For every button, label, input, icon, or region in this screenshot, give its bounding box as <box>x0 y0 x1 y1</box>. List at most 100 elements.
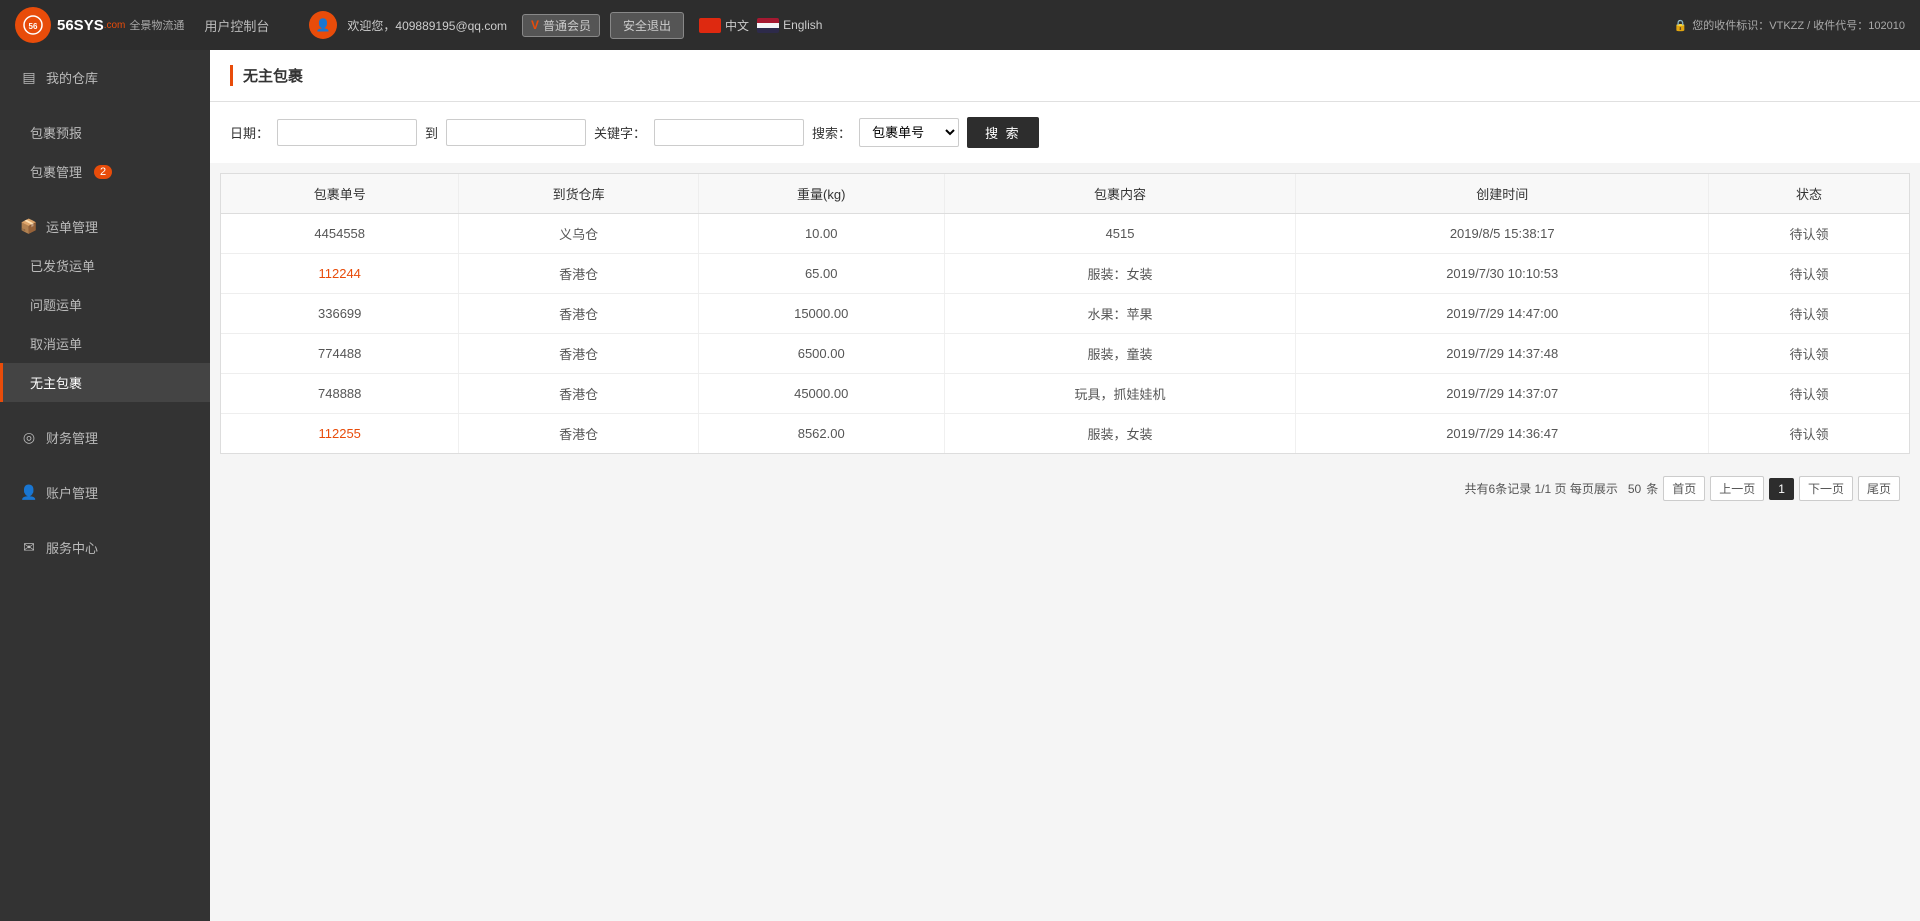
pagination-info: 共有6条记录 1/1 页 每页展示 <box>1465 480 1618 497</box>
pagination-per-page: 50 <box>1628 482 1641 496</box>
lang-en-button[interactable]: English <box>757 18 822 33</box>
col-status: 状态 <box>1709 174 1910 214</box>
search-button[interactable]: 搜 索 <box>967 117 1039 148</box>
sidebar-item-package-report[interactable]: 包裹预报 <box>0 113 210 152</box>
lang-en-label: English <box>783 18 822 32</box>
sidebar-item-service[interactable]: ✉ 服务中心 <box>0 528 210 567</box>
date-from-input[interactable] <box>277 119 417 146</box>
main-layout: ▤ 我的仓库 包裹预报 包裹管理 2 📦 运单管理 已发货运单 问题运单 <box>0 50 1920 921</box>
col-weight: 重量(kg) <box>698 174 944 214</box>
date-to-input[interactable] <box>446 119 586 146</box>
cell-status: 待认领 <box>1709 414 1910 454</box>
language-group: 中文 English <box>699 17 822 34</box>
svg-text:56: 56 <box>29 22 38 31</box>
cell-created: 2019/8/5 15:38:17 <box>1296 214 1709 254</box>
lang-cn-button[interactable]: 中文 <box>699 17 749 34</box>
lock-icon: 🔒 <box>1674 19 1688 32</box>
welcome-text: 欢迎您，409889195@qq.com <box>347 17 507 34</box>
table-row: 4454558 义乌仓 10.00 4515 2019/8/5 15:38:17… <box>221 214 1909 254</box>
cell-warehouse: 义乌仓 <box>459 214 698 254</box>
cell-content: 玩具，抓娃娃机 <box>944 374 1296 414</box>
sidebar-problem-orders-label: 问题运单 <box>30 295 82 314</box>
next-page-button[interactable]: 下一页 <box>1799 476 1853 501</box>
col-content: 包裹内容 <box>944 174 1296 214</box>
service-icon: ✉ <box>20 539 38 556</box>
table-row: 112244 香港仓 65.00 服装：女装 2019/7/30 10:10:5… <box>221 254 1909 294</box>
col-warehouse: 到货仓库 <box>459 174 698 214</box>
logout-button[interactable]: 安全退出 <box>610 12 684 39</box>
cell-package-no[interactable]: 112255 <box>221 414 459 454</box>
page-header: 无主包裹 <box>210 50 1920 102</box>
cell-package-no: 774488 <box>221 334 459 374</box>
col-created: 创建时间 <box>1296 174 1709 214</box>
cell-content: 服装：女装 <box>944 254 1296 294</box>
cell-status: 待认领 <box>1709 374 1910 414</box>
user-id-text: 您的收件标识：VTKZZ / 收件代号：102010 <box>1692 17 1905 33</box>
avatar: 👤 <box>309 11 337 39</box>
cell-content: 服装，女装 <box>944 414 1296 454</box>
data-table-container: 包裹单号 到货仓库 重量(kg) 包裹内容 创建时间 状态 4454558 义乌… <box>220 173 1910 454</box>
sidebar-package-report-label: 包裹预报 <box>30 123 82 142</box>
flag-th-icon <box>757 18 779 33</box>
sidebar-section-account: 👤 账户管理 <box>0 465 210 520</box>
sidebar-item-finance[interactable]: ◎ 财务管理 <box>0 418 210 457</box>
sidebar-item-shipped-orders[interactable]: 已发货运单 <box>0 246 210 285</box>
keyword-input[interactable] <box>654 119 804 146</box>
cell-package-no: 748888 <box>221 374 459 414</box>
sidebar-item-cancel-orders[interactable]: 取消运单 <box>0 324 210 363</box>
account-icon: 👤 <box>20 484 38 501</box>
cell-warehouse: 香港仓 <box>459 294 698 334</box>
prev-page-button[interactable]: 上一页 <box>1710 476 1764 501</box>
cell-weight: 45000.00 <box>698 374 944 414</box>
cell-content: 水果：苹果 <box>944 294 1296 334</box>
sidebar-cancel-orders-label: 取消运单 <box>30 334 82 353</box>
table-header: 包裹单号 到货仓库 重量(kg) 包裹内容 创建时间 状态 <box>221 174 1909 214</box>
sidebar-item-my-warehouse[interactable]: ▤ 我的仓库 <box>0 58 210 97</box>
cell-warehouse: 香港仓 <box>459 334 698 374</box>
table-body: 4454558 义乌仓 10.00 4515 2019/8/5 15:38:17… <box>221 214 1909 454</box>
sidebar-account-label: 账户管理 <box>46 483 98 502</box>
date-label: 日期： <box>230 123 269 142</box>
first-page-button[interactable]: 首页 <box>1663 476 1705 501</box>
sidebar-section-service: ✉ 服务中心 <box>0 520 210 575</box>
sidebar: ▤ 我的仓库 包裹预报 包裹管理 2 📦 运单管理 已发货运单 问题运单 <box>0 50 210 921</box>
last-page-button[interactable]: 尾页 <box>1858 476 1900 501</box>
cell-package-no: 336699 <box>221 294 459 334</box>
sidebar-item-problem-orders[interactable]: 问题运单 <box>0 285 210 324</box>
sidebar-item-ownerless[interactable]: 无主包裹 <box>0 363 210 402</box>
current-page-button[interactable]: 1 <box>1769 478 1794 500</box>
sidebar-package-management-label: 包裹管理 <box>30 162 82 181</box>
table-row: 336699 香港仓 15000.00 水果：苹果 2019/7/29 14:4… <box>221 294 1909 334</box>
control-panel-title: 用户控制台 <box>204 16 269 35</box>
sidebar-ownerless-label: 无主包裹 <box>30 373 82 392</box>
sidebar-item-shipping-management[interactable]: 📦 运单管理 <box>0 207 210 246</box>
cell-status: 待认领 <box>1709 214 1910 254</box>
table-row: 774488 香港仓 6500.00 服装，童装 2019/7/29 14:37… <box>221 334 1909 374</box>
cell-warehouse: 香港仓 <box>459 374 698 414</box>
cell-package-no[interactable]: 112244 <box>221 254 459 294</box>
sidebar-finance-label: 财务管理 <box>46 428 98 447</box>
cell-warehouse: 香港仓 <box>459 414 698 454</box>
cell-weight: 15000.00 <box>698 294 944 334</box>
logo-icon: 56 <box>15 7 51 43</box>
cell-created: 2019/7/29 14:47:00 <box>1296 294 1709 334</box>
logo: 56 56SYS .com 全景物流通 <box>15 7 184 43</box>
shipping-icon: 📦 <box>20 218 38 235</box>
search-type-select[interactable]: 包裹单号 <box>859 118 959 147</box>
sidebar-item-package-management[interactable]: 包裹管理 2 <box>0 152 210 191</box>
search-type-label: 搜索： <box>812 123 851 142</box>
pagination-per-page-unit: 条 <box>1646 480 1658 497</box>
package-management-badge: 2 <box>94 165 112 179</box>
member-label: 普通会员 <box>543 17 591 34</box>
sidebar-shipped-orders-label: 已发货运单 <box>30 256 95 275</box>
member-v-icon: V <box>531 18 539 32</box>
date-to-separator: 到 <box>425 123 438 142</box>
cell-weight: 8562.00 <box>698 414 944 454</box>
header-user-area: 👤 欢迎您，409889195@qq.com <box>309 11 507 39</box>
user-id-info: 🔒 您的收件标识：VTKZZ / 收件代号：102010 <box>1674 17 1905 33</box>
sidebar-service-label: 服务中心 <box>46 538 98 557</box>
sidebar-my-warehouse-label: 我的仓库 <box>46 68 98 87</box>
cell-created: 2019/7/29 14:37:48 <box>1296 334 1709 374</box>
sidebar-item-account[interactable]: 👤 账户管理 <box>0 473 210 512</box>
cell-content: 服装，童装 <box>944 334 1296 374</box>
